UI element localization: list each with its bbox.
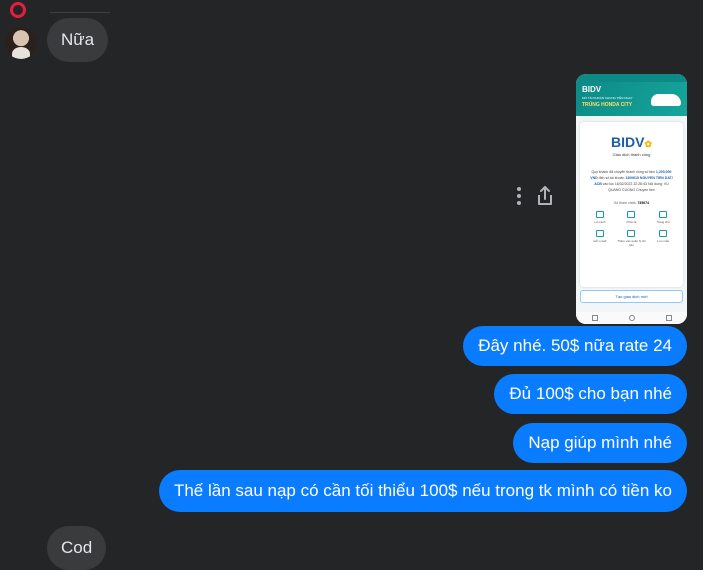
- phone-nav-bar: [576, 312, 687, 324]
- save-template-action: Lưu mẫu: [647, 230, 679, 247]
- email-action: Gửi email: [584, 230, 616, 247]
- share-action: Chia sẻ: [616, 211, 648, 224]
- receipt-card: BIDV✿ Giao dịch thành công Quý khách đã …: [580, 122, 683, 287]
- promo-banner: BIDV MỞ TÀI KHOẢN CHUNG TIỀN NGAY TRÚNG …: [576, 82, 687, 116]
- incoming-message[interactable]: Nữa: [47, 18, 109, 62]
- outgoing-message[interactable]: Đủ 100$ cho bạn nhé: [494, 374, 687, 414]
- outgoing-message[interactable]: Thế lần sau nạp có cần tối thiểu 100$ nế…: [158, 470, 687, 512]
- message-actions: [516, 186, 554, 206]
- active-status-ring: [10, 2, 26, 18]
- banner-logo: BIDV: [582, 85, 602, 94]
- receipt-title: Giao dịch thành công: [612, 152, 651, 157]
- receipt-actions: Lưu ảnh Chia sẻ Trang chủ Gửi email Thêm…: [580, 205, 683, 247]
- more-vertical-icon[interactable]: [516, 187, 522, 205]
- avatar[interactable]: [5, 27, 37, 59]
- receipt-body: Quý khách đã chuyển thành công số tiền 1…: [590, 170, 673, 192]
- bank-logo: BIDV✿: [611, 134, 652, 150]
- message-text: Nữa: [61, 30, 95, 49]
- message-text: Cod: [61, 538, 93, 557]
- incoming-message[interactable]: Cod: [47, 526, 107, 570]
- expense-action: Thêm vào quản lý chi tiêu: [616, 230, 648, 247]
- outgoing-message[interactable]: Nạp giúp mình nhé: [513, 423, 687, 463]
- outgoing-message[interactable]: Đây nhé. 50$ nữa rate 24: [463, 326, 687, 366]
- phone-status-bar: [576, 74, 687, 82]
- image-attachment[interactable]: BIDV MỞ TÀI KHOẢN CHUNG TIỀN NGAY TRÚNG …: [576, 74, 687, 324]
- save-image-action: Lưu ảnh: [584, 211, 616, 224]
- banner-line-2: TRÚNG HONDA CITY: [582, 102, 633, 108]
- banner-line-1: MỞ TÀI KHOẢN CHUNG TIỀN NGAY: [582, 96, 633, 100]
- home-action: Trang chủ: [647, 211, 679, 224]
- divider: [50, 12, 110, 13]
- new-transaction-button: Tạo giao dịch mới: [580, 290, 683, 303]
- share-icon[interactable]: [536, 186, 554, 206]
- car-icon: [651, 94, 681, 106]
